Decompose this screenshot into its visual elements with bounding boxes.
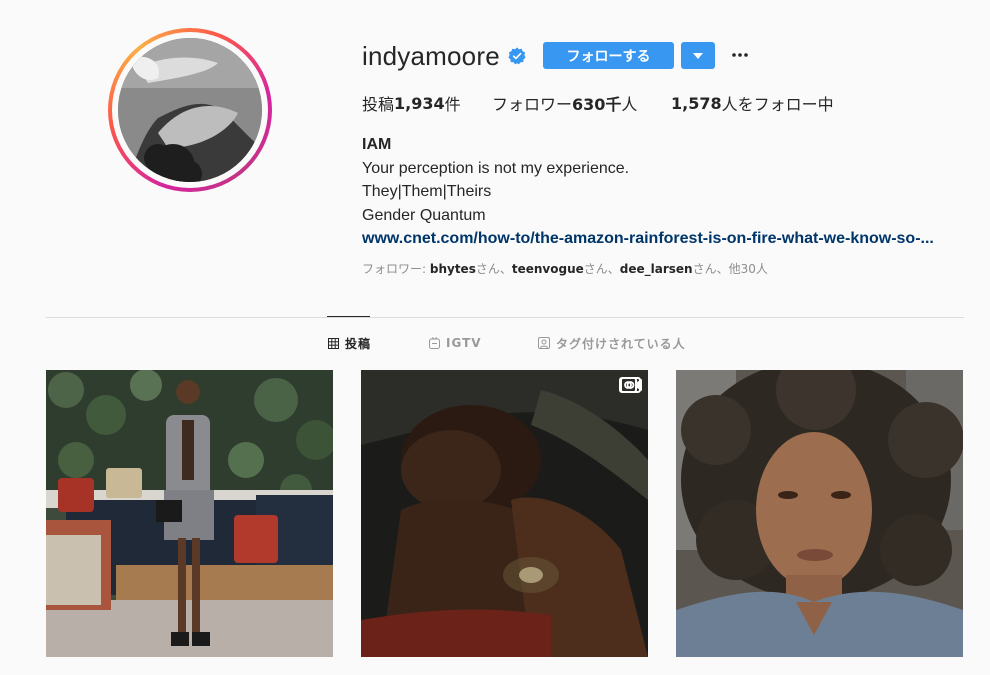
full-name: IAM [362, 136, 392, 153]
followers-count[interactable]: フォロワー 630千人 [492, 92, 637, 114]
more-options-button[interactable] [729, 45, 751, 65]
following-count[interactable]: 1,578 人をフォロー中 [671, 92, 834, 115]
following-number: 1,578 [671, 93, 722, 113]
post-thumbnail[interactable] [46, 370, 333, 657]
tagged-user-icon [538, 337, 550, 349]
tab-label: 投稿 [345, 336, 372, 351]
grid-icon [328, 337, 339, 349]
igtv-icon [429, 337, 440, 349]
tab-label: タグ付けされている人 [556, 336, 686, 351]
followed-by-sep: さん、 [583, 262, 620, 276]
verified-badge-icon [508, 47, 526, 65]
followed-by-sep: さん、 [475, 262, 512, 276]
username: indyamoore [362, 40, 500, 71]
post-thumbnail[interactable] [676, 370, 963, 657]
profile-avatar-ring[interactable] [108, 28, 272, 192]
followed-by[interactable]: フォロワー: bhytesさん、teenvogueさん、dee_larsenさん… [362, 260, 768, 277]
followed-by-prefix: フォロワー: [362, 262, 430, 276]
bio: IAM Your perception is not my experience… [362, 133, 934, 251]
tabs-divider [46, 317, 964, 318]
post-thumbnail[interactable] [361, 370, 648, 657]
tab-posts[interactable]: 投稿 [328, 336, 372, 351]
bio-link[interactable]: www.cnet.com/how-to/the-amazon-rainfores… [362, 227, 934, 251]
post-image [676, 370, 963, 657]
posts-count: 投稿 1,934 件 [362, 92, 461, 115]
avatar-image [118, 38, 262, 182]
avatar[interactable] [118, 38, 262, 182]
suggestions-dropdown-button[interactable] [681, 42, 715, 69]
followed-by-user: bhytes [429, 262, 476, 276]
following-suffix: 人をフォロー中 [721, 95, 834, 114]
tab-igtv[interactable]: IGTV [429, 336, 482, 350]
followed-by-user: dee_larsen [619, 262, 693, 276]
active-tab-indicator [327, 316, 370, 317]
posts-label: 投稿 [362, 95, 395, 114]
followers-suffix: 人 [621, 95, 638, 114]
bio-line: Your perception is not my experience. [362, 159, 630, 177]
posts-number: 1,934 [394, 93, 445, 113]
profile-header: indyamoore [362, 40, 526, 72]
followers-label: フォロワー [492, 95, 573, 114]
video-icon [619, 377, 642, 393]
more-dots-icon [732, 53, 748, 57]
post-image [46, 370, 333, 657]
followers-number: 630千 [572, 95, 622, 114]
tab-label: IGTV [446, 336, 482, 350]
chevron-down-icon [693, 52, 703, 59]
bio-line: Gender Quantum [362, 206, 486, 224]
followed-by-suffix: さん、他30人 [692, 262, 768, 276]
post-image [361, 370, 648, 657]
follow-button[interactable]: フォローする [543, 42, 674, 69]
tab-tagged[interactable]: タグ付けされている人 [538, 336, 686, 351]
followed-by-user: teenvogue [511, 262, 584, 276]
posts-suffix: 件 [444, 95, 461, 114]
bio-line: They|Them|Theirs [362, 183, 492, 200]
